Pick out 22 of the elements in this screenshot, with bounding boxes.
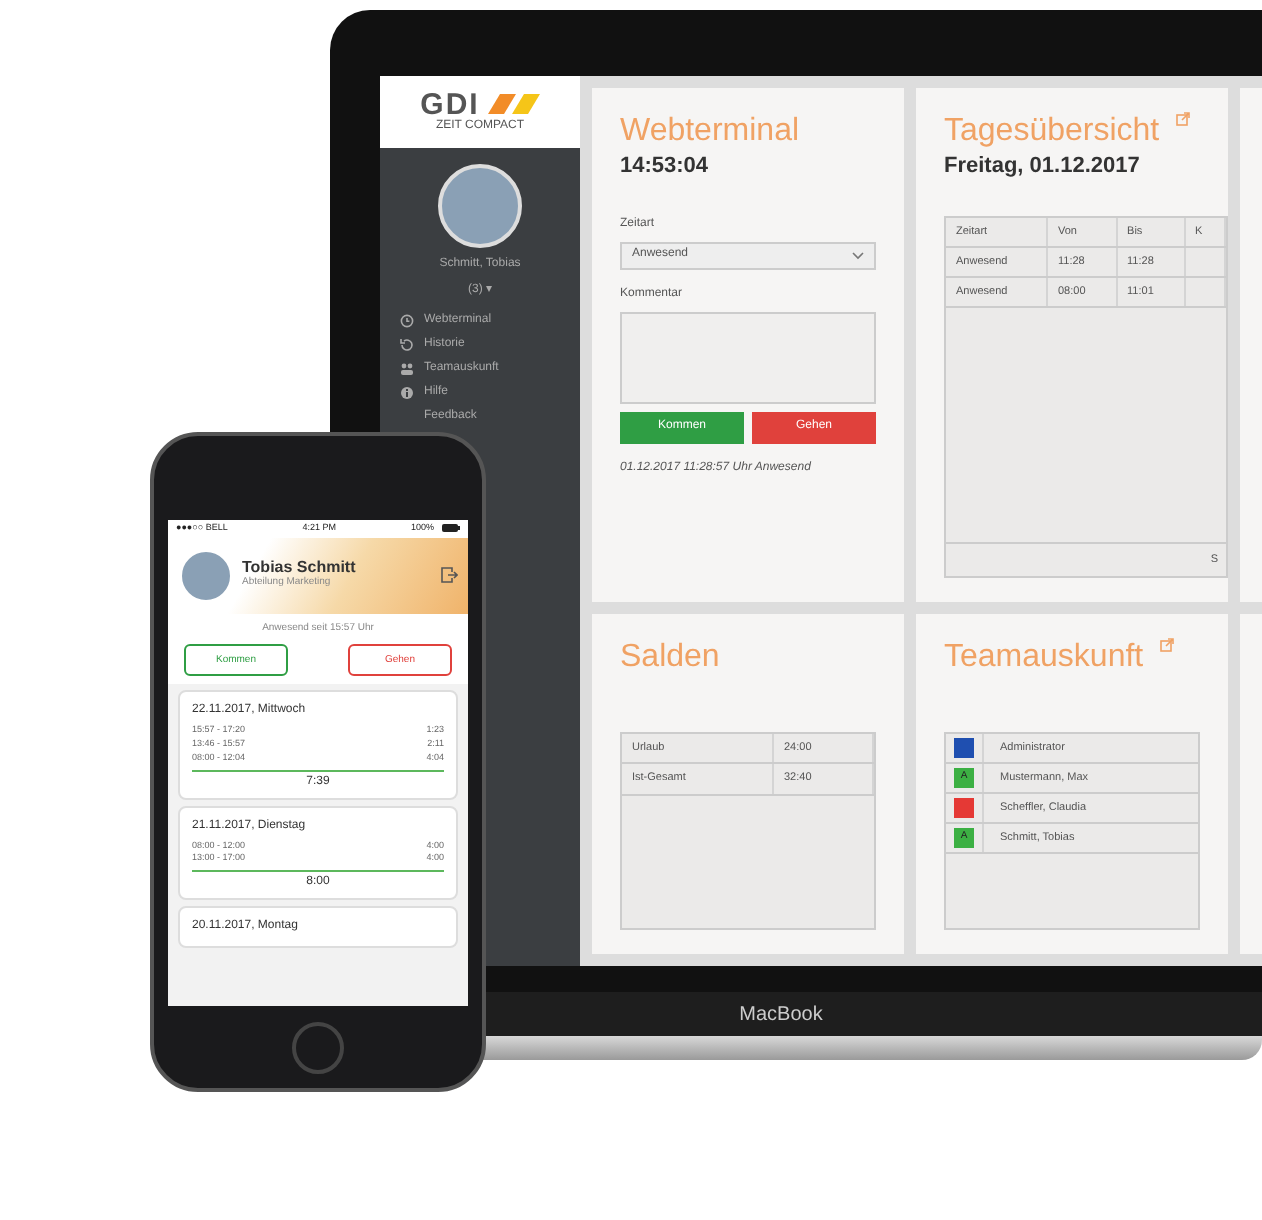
logo-wordmark: GDI [420,89,480,120]
clock-text: 14:53:04 [620,152,711,183]
clock-icon [400,313,414,327]
home-button[interactable] [292,1022,344,1074]
logout-icon [440,566,458,585]
history-icon [400,337,414,351]
group-icon [400,361,414,375]
logo-stripes-icon [487,94,540,115]
avatar [438,164,522,248]
external-link-icon [1159,638,1174,652]
brand-label: MacBook [739,1001,823,1029]
external-link-icon [1175,112,1190,126]
panel-title: Salden [620,638,720,677]
user-name: Tobias Schmitt [242,559,358,576]
date-text: Freitag, 01.12.2017 [944,152,1142,183]
comment-field[interactable] [620,311,876,404]
panel-title: Tagesübersicht [944,112,1160,151]
panel-title: Teamauskunft [944,638,1144,677]
caret-icon [852,251,864,260]
info-icon [400,385,414,399]
panel-title: Webterminal [620,112,800,151]
battery-icon [441,524,460,533]
